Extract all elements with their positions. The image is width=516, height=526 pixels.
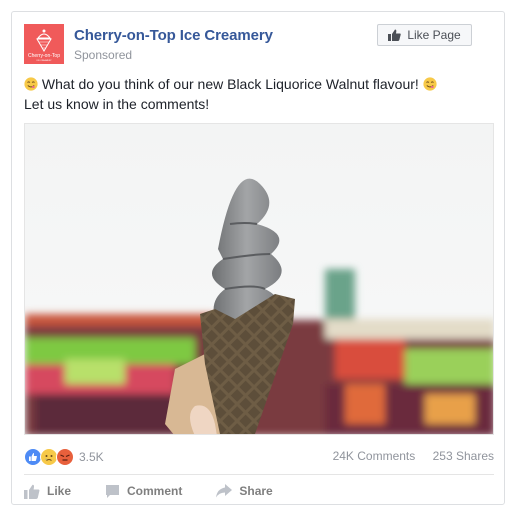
svg-text:ICE CREAMERY: ICE CREAMERY	[36, 59, 52, 62]
angry-reaction-icon	[56, 448, 74, 466]
stats-counts: 24K Comments 253 Shares	[319, 449, 494, 463]
like-page-button[interactable]: Like Page	[377, 24, 472, 46]
yum-emoji-icon	[24, 76, 38, 91]
post-text: What do you think of our new Black Liquo…	[24, 74, 494, 114]
comment-action-label: Comment	[127, 484, 183, 498]
ice-cream-photo	[25, 124, 493, 434]
yum-emoji-icon	[423, 76, 437, 91]
page-name-link[interactable]: Cherry-on-Top Ice Creamery	[74, 27, 273, 44]
share-icon	[216, 484, 233, 498]
like-action-button[interactable]: Like	[24, 482, 71, 500]
shares-count-link[interactable]: 253 Shares	[433, 449, 494, 463]
comments-count-link[interactable]: 24K Comments	[333, 449, 416, 463]
thumbs-up-icon	[24, 484, 40, 499]
post-photo[interactable]	[24, 123, 494, 435]
ice-cream-logo-icon: Cherry-on-Top ICE CREAMERY	[28, 29, 60, 62]
post-text-line2: Let us know in the comments!	[24, 96, 210, 112]
reaction-count[interactable]: 3.5K	[79, 450, 104, 464]
share-action-label: Share	[239, 484, 273, 498]
share-action-button[interactable]: Share	[216, 482, 273, 500]
like-action-label: Like	[47, 484, 72, 498]
reactions-summary[interactable]: 3.5K	[24, 448, 104, 466]
page-logo[interactable]: Cherry-on-Top ICE CREAMERY	[24, 24, 64, 64]
sponsored-post-card: Cherry-on-Top ICE CREAMERY Cherry-on-Top…	[11, 11, 505, 505]
post-stats: 3.5K 24K Comments 253 Shares	[24, 446, 494, 466]
thumbs-up-icon	[388, 29, 402, 41]
sponsored-label[interactable]: Sponsored	[74, 48, 132, 62]
comment-action-button[interactable]: Comment	[105, 482, 182, 500]
actions-divider	[24, 474, 494, 475]
svg-text:Cherry-on-Top: Cherry-on-Top	[28, 53, 60, 59]
comment-icon	[106, 484, 120, 498]
post-text-line1: What do you think of our new Black Liquo…	[41, 76, 419, 92]
post-actions-bar: Like Comment Share	[24, 482, 494, 500]
like-page-label: Like Page	[407, 28, 461, 42]
